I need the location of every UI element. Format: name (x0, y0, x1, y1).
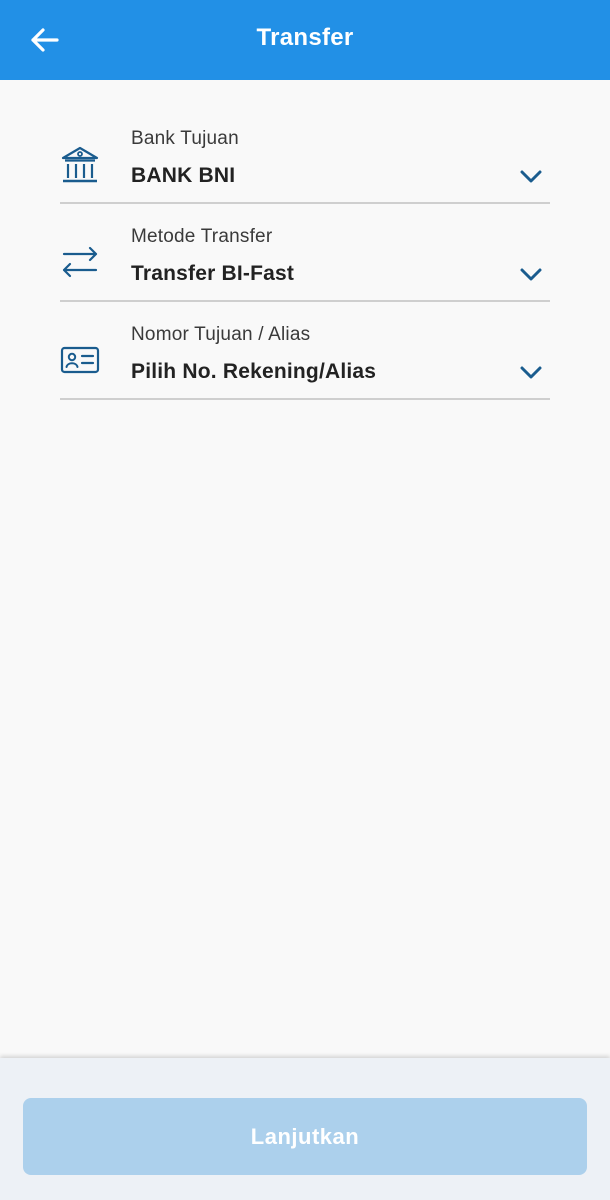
chevron-down-icon (520, 268, 542, 281)
bank-tujuan-value: BANK BNI (131, 164, 236, 187)
metode-transfer-label: Metode Transfer (131, 226, 273, 247)
page-title: Transfer (256, 24, 354, 51)
transfer-arrows-icon (62, 246, 98, 278)
metode-transfer-field[interactable]: Metode Transfer Transfer BI-Fast (60, 204, 550, 302)
id-card-icon (60, 346, 100, 374)
footer-bar: Lanjutkan (0, 1058, 610, 1200)
app-header: Transfer (0, 0, 610, 80)
nomor-tujuan-field[interactable]: Nomor Tujuan / Alias Pilih No. Rekening/… (60, 302, 550, 400)
nomor-tujuan-value: Pilih No. Rekening/Alias (131, 360, 377, 383)
metode-transfer-value: Transfer BI-Fast (131, 262, 295, 285)
transfer-form: Bank Tujuan BANK BNI Metode Transfer Tra… (0, 80, 610, 1058)
chevron-down-icon (520, 170, 542, 183)
chevron-down-icon (520, 366, 542, 379)
bank-tujuan-field[interactable]: Bank Tujuan BANK BNI (60, 106, 550, 204)
bank-icon (61, 146, 99, 183)
lanjutkan-button[interactable]: Lanjutkan (23, 1098, 587, 1175)
bank-tujuan-label: Bank Tujuan (131, 128, 239, 149)
nomor-tujuan-label: Nomor Tujuan / Alias (131, 324, 311, 345)
